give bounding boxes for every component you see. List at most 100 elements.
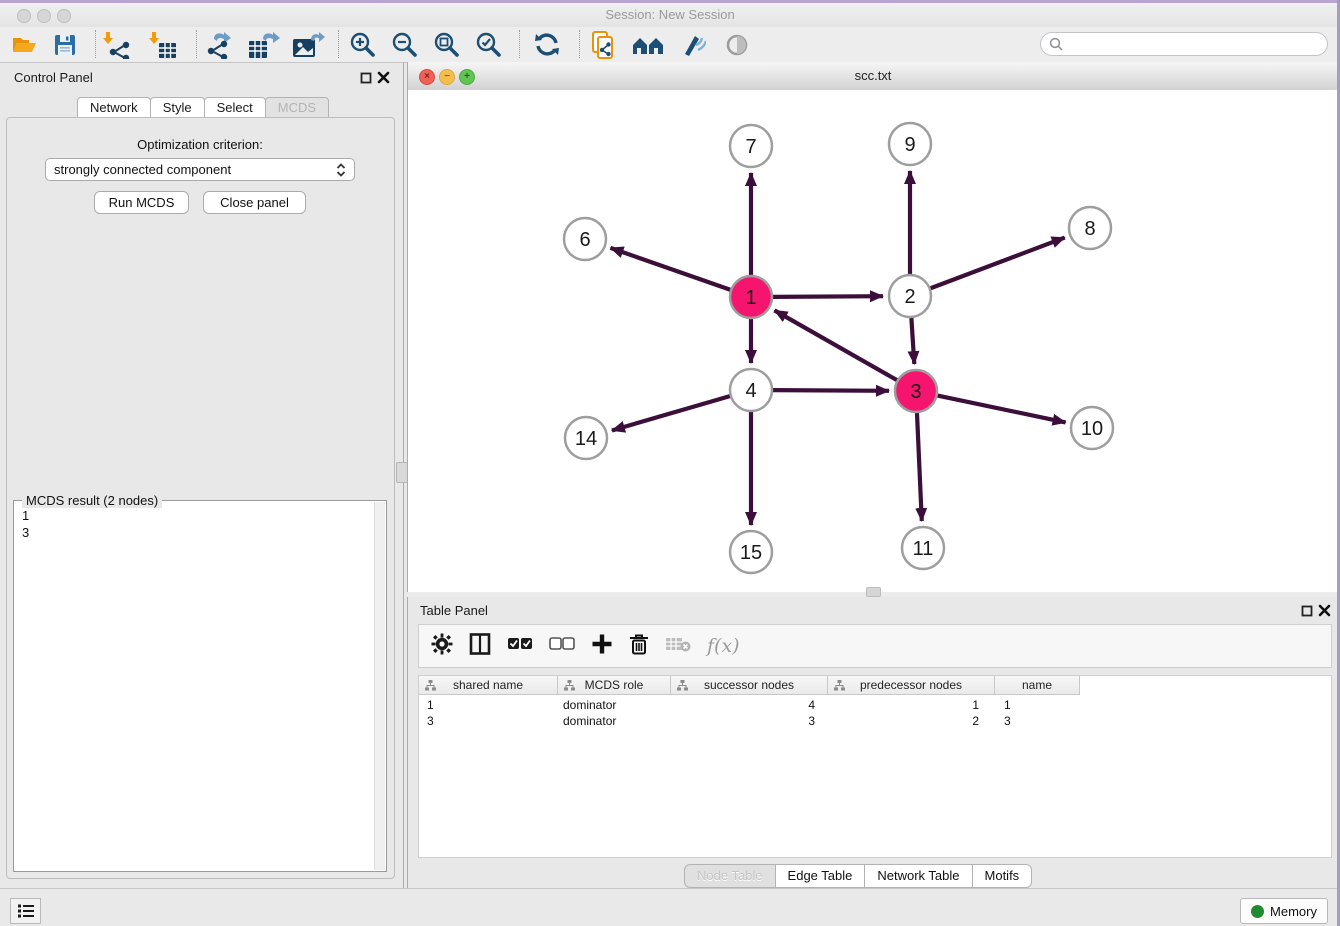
delete-row-icon[interactable] bbox=[629, 633, 649, 660]
float-panel-icon[interactable] bbox=[360, 71, 373, 84]
memory-button[interactable]: Memory bbox=[1240, 898, 1328, 924]
tab-style[interactable]: Style bbox=[150, 97, 205, 118]
toolbar-separator bbox=[519, 30, 520, 58]
graph-node-label: 14 bbox=[575, 428, 597, 450]
optimization-criterion-label: Optimization criterion: bbox=[0, 137, 400, 152]
toolbar-separator bbox=[579, 30, 580, 58]
network-maximize-icon[interactable]: + bbox=[459, 69, 475, 85]
tab-mcds[interactable]: MCDS bbox=[265, 97, 329, 118]
save-session-icon[interactable] bbox=[50, 30, 80, 60]
graph-node-label: 7 bbox=[745, 136, 756, 158]
window-titlebar[interactable]: Session: New Session bbox=[0, 3, 1340, 28]
criterion-select[interactable]: strongly connected component bbox=[45, 158, 355, 181]
graph-edge-1-6[interactable] bbox=[610, 248, 730, 290]
column-label: name bbox=[1022, 678, 1052, 692]
network-close-icon[interactable]: × bbox=[419, 69, 435, 85]
search-icon bbox=[1049, 37, 1063, 51]
graph-edge-3-1[interactable] bbox=[774, 310, 896, 380]
graph-node-label: 9 bbox=[904, 134, 915, 156]
cell-name: 1 bbox=[995, 698, 1080, 714]
control-panel-title: Control Panel bbox=[14, 70, 93, 85]
show-graphics-details-icon[interactable] bbox=[722, 30, 752, 60]
gear-icon[interactable] bbox=[431, 633, 453, 660]
graph-edge-3-10[interactable] bbox=[938, 396, 1066, 423]
criterion-value: strongly connected component bbox=[54, 162, 336, 177]
zoom-out-icon[interactable] bbox=[389, 30, 419, 60]
export-table-icon[interactable] bbox=[246, 30, 284, 60]
columns-icon[interactable] bbox=[469, 633, 491, 660]
graph-node-label: 11 bbox=[913, 538, 934, 560]
column-header-predecessor-nodes[interactable]: predecessor nodes bbox=[828, 676, 995, 695]
graph-edge-1-2[interactable] bbox=[773, 296, 883, 297]
main-toolbar bbox=[0, 27, 1340, 63]
graph-node-label: 1 bbox=[745, 287, 756, 309]
zoom-in-icon[interactable] bbox=[347, 30, 377, 60]
node-table[interactable]: shared name MCDS role successor nodes pr… bbox=[418, 675, 1332, 858]
zoom-fit-icon[interactable] bbox=[431, 30, 461, 60]
column-header-name[interactable]: name bbox=[995, 676, 1080, 695]
maximize-window-icon[interactable] bbox=[57, 9, 71, 23]
tab-motifs[interactable]: Motifs bbox=[972, 864, 1033, 888]
show-all-networks-icon[interactable] bbox=[630, 30, 668, 60]
tab-network-table[interactable]: Network Table bbox=[864, 864, 972, 888]
cell-mcds-role: dominator bbox=[558, 714, 671, 730]
duplicate-network-icon[interactable] bbox=[589, 30, 619, 60]
close-panel-button[interactable]: Close panel bbox=[203, 191, 306, 214]
close-table-panel-icon[interactable] bbox=[1318, 604, 1331, 617]
export-image-icon[interactable] bbox=[290, 30, 326, 60]
minimize-window-icon[interactable] bbox=[37, 9, 51, 23]
close-panel-icon[interactable] bbox=[377, 71, 390, 84]
tab-edge-table[interactable]: Edge Table bbox=[775, 864, 866, 888]
control-panel-tabs: Network Style Select MCDS bbox=[77, 97, 328, 118]
column-label: predecessor nodes bbox=[860, 678, 962, 692]
run-mcds-button[interactable]: Run MCDS bbox=[94, 191, 189, 214]
graph-edge-2-3[interactable] bbox=[911, 318, 914, 364]
column-header-shared-name[interactable]: shared name bbox=[419, 676, 558, 695]
select-all-icon[interactable] bbox=[507, 637, 533, 656]
hierarchy-icon bbox=[834, 680, 845, 694]
network-view-window: × − + scc.txt 7968124314101511 bbox=[407, 62, 1338, 597]
tab-network[interactable]: Network bbox=[77, 97, 151, 118]
network-minimize-icon[interactable]: − bbox=[439, 69, 455, 85]
network-window-title: scc.txt bbox=[408, 62, 1338, 90]
graph-edge-4-14[interactable] bbox=[612, 396, 730, 430]
zoom-selected-icon[interactable] bbox=[473, 30, 503, 60]
tab-node-table[interactable]: Node Table bbox=[684, 864, 776, 888]
application-window: Session: New Session bbox=[0, 0, 1340, 926]
result-scrollbar[interactable] bbox=[374, 502, 385, 870]
network-graph[interactable]: 7968124314101511 bbox=[408, 90, 1339, 592]
add-row-icon[interactable] bbox=[591, 633, 613, 660]
cell-mcds-role: dominator bbox=[558, 698, 671, 714]
table-row[interactable]: 1 dominator 4 1 1 bbox=[419, 698, 1080, 714]
apply-style-icon[interactable] bbox=[677, 30, 707, 60]
graph-edge-4-3[interactable] bbox=[773, 390, 889, 391]
search-field[interactable] bbox=[1040, 32, 1328, 56]
refresh-layout-icon[interactable] bbox=[532, 30, 562, 60]
graph-edge-2-8[interactable] bbox=[931, 238, 1065, 289]
import-table-icon[interactable] bbox=[148, 30, 178, 60]
column-header-mcds-role[interactable]: MCDS role bbox=[558, 676, 671, 695]
tab-select[interactable]: Select bbox=[204, 97, 266, 118]
close-window-icon[interactable] bbox=[17, 9, 31, 23]
export-network-icon[interactable] bbox=[204, 30, 234, 60]
hierarchy-icon bbox=[564, 680, 575, 694]
horizontal-splitter-handle[interactable] bbox=[866, 587, 881, 597]
graph-node-label: 3 bbox=[910, 381, 921, 403]
table-panel-title: Table Panel bbox=[420, 603, 488, 618]
cell-shared-name: 1 bbox=[419, 698, 558, 714]
network-window-titlebar[interactable]: × − + scc.txt bbox=[408, 62, 1338, 91]
deselect-all-icon[interactable] bbox=[549, 637, 575, 656]
graph-edge-3-11[interactable] bbox=[917, 413, 922, 521]
graph-node-label: 2 bbox=[904, 286, 915, 308]
task-history-button[interactable] bbox=[10, 898, 41, 924]
cell-successor-nodes: 4 bbox=[671, 698, 828, 714]
float-table-panel-icon[interactable] bbox=[1301, 604, 1314, 617]
open-session-icon[interactable] bbox=[9, 30, 39, 60]
import-network-icon[interactable] bbox=[102, 30, 132, 60]
table-header-row: shared name MCDS role successor nodes pr… bbox=[419, 676, 1080, 695]
table-row[interactable]: 3 dominator 3 2 3 bbox=[419, 714, 1080, 730]
column-header-successor-nodes[interactable]: successor nodes bbox=[671, 676, 828, 695]
memory-label: Memory bbox=[1270, 904, 1317, 919]
search-input[interactable] bbox=[1067, 36, 1311, 52]
graph-node-label: 10 bbox=[1081, 418, 1103, 440]
